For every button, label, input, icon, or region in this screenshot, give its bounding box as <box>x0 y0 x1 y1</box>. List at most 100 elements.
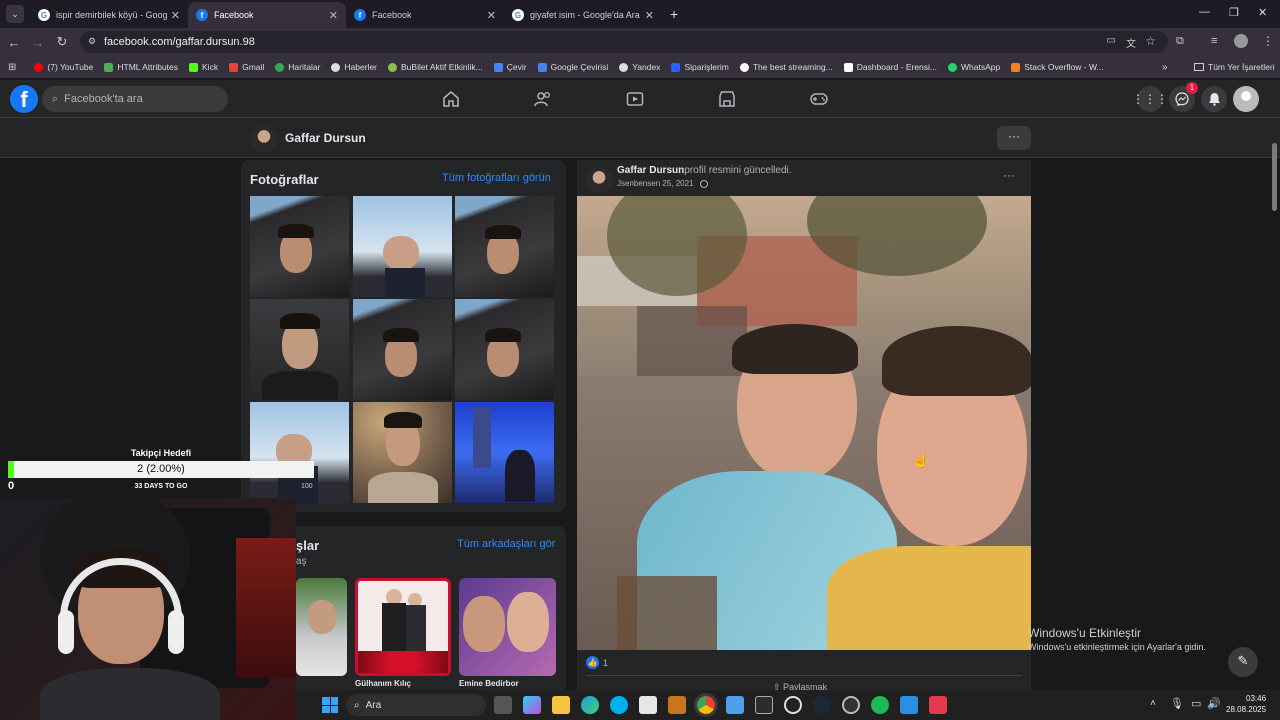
post-photo[interactable] <box>577 196 1031 650</box>
page-scrollbar[interactable] <box>1272 143 1277 211</box>
friend-photo[interactable] <box>459 578 556 676</box>
bookmark-streaming[interactable]: The best streaming... <box>739 62 833 72</box>
bookmark-bubilet[interactable]: BuBilet Aktif Etkinlik... <box>388 62 483 72</box>
friends-icon[interactable] <box>532 88 554 110</box>
close-tab-icon[interactable]: ✕ <box>487 9 496 22</box>
store-icon[interactable] <box>639 696 657 714</box>
friend-name[interactable]: Gülhanım Kılıç <box>355 679 411 688</box>
bookmark-html-attributes[interactable]: HTML Attributes <box>104 62 178 72</box>
extensions-icon[interactable]: ⧉ <box>1176 35 1184 48</box>
photo-thumbnail[interactable] <box>250 299 349 400</box>
gaming-icon[interactable] <box>808 88 830 110</box>
tray-overflow-icon[interactable]: ˄ <box>1150 698 1156 709</box>
url-field[interactable]: ⚙ facebook.com/gaffar.dursun.98 ▭ 文 ☆ <box>80 31 1168 53</box>
forward-icon[interactable]: → <box>28 35 48 50</box>
browser-menu-icon[interactable]: ⋮ <box>1262 34 1274 48</box>
friend-name[interactable]: Emine Bedirbor <box>459 679 519 688</box>
facebook-search-input[interactable]: ⌕ Facebook'ta ara <box>42 86 228 112</box>
all-bookmarks[interactable]: Tüm Yer İşaretleri <box>1194 62 1275 72</box>
like-count[interactable]: 1 <box>603 658 608 668</box>
site-info-icon[interactable]: ⚙ <box>88 36 96 47</box>
vscode-icon[interactable] <box>900 696 918 714</box>
restore-icon[interactable]: ❐ <box>1229 6 1239 19</box>
home-icon[interactable] <box>440 88 462 110</box>
close-tab-icon[interactable]: ✕ <box>329 9 338 22</box>
bookmark-youtube[interactable]: (7) YouTube <box>34 62 93 72</box>
more-bookmarks-icon[interactable]: » <box>1162 62 1168 73</box>
skype-icon[interactable] <box>610 696 628 714</box>
spotify-icon[interactable] <box>871 696 889 714</box>
profile-name[interactable]: Gaffar Dursun <box>285 131 366 145</box>
epic-games-icon[interactable] <box>755 696 773 714</box>
back-icon[interactable]: ← <box>4 35 24 50</box>
photo-thumbnail[interactable] <box>455 299 554 400</box>
bookmark-kick[interactable]: Kick <box>189 62 218 72</box>
volume-icon[interactable]: 🔊 <box>1207 697 1221 710</box>
watch-video-icon[interactable] <box>624 88 646 110</box>
app-icon[interactable] <box>668 696 686 714</box>
install-icon[interactable]: ▭ <box>1107 35 1116 46</box>
browser-tab-active[interactable]: f Facebook ✕ <box>188 2 346 28</box>
media-icon[interactable]: ≡ <box>1211 35 1217 47</box>
post-date[interactable]: Jsenbensen 25, 2021 <box>617 179 694 188</box>
browser-profile-icon[interactable] <box>1234 34 1248 48</box>
photo-thumbnail[interactable] <box>250 196 349 297</box>
photo-thumbnail[interactable] <box>353 402 452 503</box>
minimize-icon[interactable]: — <box>1199 6 1210 18</box>
reload-icon[interactable]: ↻ <box>52 34 72 50</box>
edge-icon[interactable] <box>581 696 599 714</box>
close-tab-icon[interactable]: ✕ <box>645 9 654 22</box>
post-options-icon[interactable]: ··· <box>1003 168 1015 182</box>
marketplace-icon[interactable] <box>716 88 738 110</box>
profile-more-button[interactable]: ··· <box>997 126 1031 150</box>
photos-icon[interactable] <box>726 696 744 714</box>
microphone-icon[interactable]: 🎙 <box>1170 697 1184 710</box>
browser-tab[interactable]: G ispir demirbilek köyü - Google'ı ✕ <box>30 2 188 28</box>
new-tab-icon[interactable]: + <box>670 6 678 22</box>
bookmark-star-icon[interactable]: ☆ <box>1145 34 1156 48</box>
copilot-icon[interactable] <box>523 696 541 714</box>
bookmark-news[interactable]: Haberler <box>331 62 377 72</box>
network-icon[interactable]: ▭ <box>1191 697 1201 710</box>
post-author-avatar[interactable] <box>586 167 612 193</box>
browser-tab[interactable]: f Facebook ✕ <box>346 2 504 28</box>
post-author-name[interactable]: Gaffar Dursun <box>617 165 684 176</box>
close-tab-icon[interactable]: ✕ <box>171 9 180 22</box>
bookmark-translate[interactable]: Çevir <box>493 62 527 72</box>
photo-thumbnail[interactable] <box>455 402 554 503</box>
file-explorer-icon[interactable] <box>552 696 570 714</box>
browser-tab[interactable]: G giyafet isim - Google'da Ara ✕ <box>504 2 662 28</box>
facebook-logo-icon[interactable]: f <box>10 85 38 113</box>
task-view-icon[interactable] <box>494 696 512 714</box>
obs-icon[interactable] <box>842 696 860 714</box>
bookmark-stackoverflow[interactable]: Stack Overflow - W... <box>1011 62 1104 72</box>
bookmark-gmail[interactable]: Gmail <box>229 62 264 72</box>
clock[interactable]: 03:46 28.08.2025 <box>1226 693 1266 715</box>
close-window-icon[interactable]: ✕ <box>1258 6 1267 19</box>
bookmark-maps[interactable]: Haritalar <box>275 62 320 72</box>
steam-icon[interactable] <box>813 696 831 714</box>
see-all-photos-link[interactable]: Tüm fotoğrafları görün <box>442 172 551 184</box>
windows-start-icon[interactable] <box>322 697 338 713</box>
account-avatar[interactable] <box>1233 86 1259 112</box>
profile-avatar[interactable] <box>251 126 277 152</box>
friend-photo[interactable] <box>296 578 347 676</box>
apps-grid-icon[interactable]: ⊞ <box>8 62 16 73</box>
notifications-bell-icon[interactable] <box>1201 86 1227 112</box>
app-icon[interactable] <box>929 696 947 714</box>
menu-grid-icon[interactable]: ⋮⋮⋮ <box>1132 86 1168 112</box>
bookmark-orders[interactable]: Siparişlerim <box>671 62 729 72</box>
translate-icon[interactable]: 文 <box>1126 35 1136 50</box>
taskbar-search-input[interactable]: ⌕ Ara <box>346 694 486 716</box>
chrome-icon[interactable] <box>694 693 718 717</box>
bookmark-yandex[interactable]: Yandex <box>619 62 660 72</box>
bookmark-google-translate[interactable]: Google Çevirisi <box>537 62 608 72</box>
bookmark-whatsapp[interactable]: WhatsApp <box>948 62 1000 72</box>
photo-thumbnail[interactable] <box>353 196 452 297</box>
like-icon[interactable]: 👍 <box>586 656 599 669</box>
photo-thumbnail[interactable] <box>455 196 554 297</box>
see-all-friends-link[interactable]: Tüm arkadaşları gör <box>457 538 555 550</box>
photo-thumbnail[interactable] <box>353 299 452 400</box>
friend-photo[interactable] <box>355 578 451 676</box>
app-icon[interactable] <box>784 696 802 714</box>
